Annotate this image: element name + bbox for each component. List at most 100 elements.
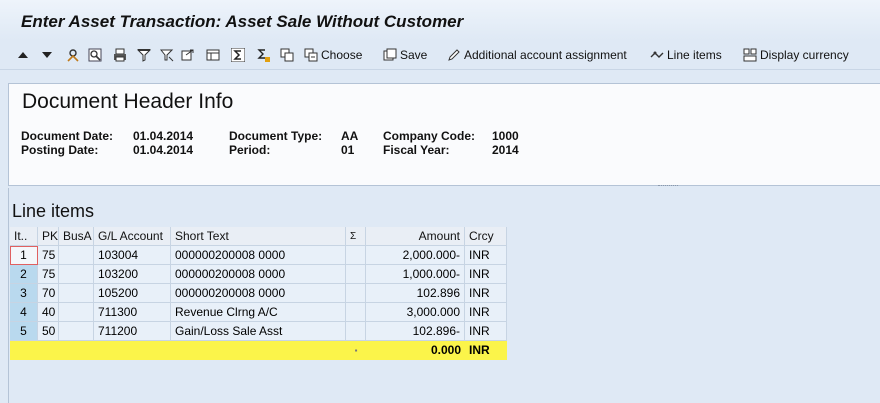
row-amount-cell[interactable]: 1,000.000-: [366, 265, 465, 284]
fiscal-year-value: 2014: [492, 143, 519, 157]
arrow-up-button[interactable]: [16, 46, 30, 64]
row-pk-cell[interactable]: 75: [38, 246, 59, 265]
document-date-label: Document Date:: [21, 129, 114, 143]
save-button[interactable]: Save: [383, 46, 427, 64]
row-busa-cell[interactable]: [59, 246, 94, 265]
export-button[interactable]: [181, 46, 195, 64]
details-button[interactable]: [280, 46, 294, 64]
document-type-label: Document Type:: [229, 129, 323, 143]
print-icon: [113, 48, 127, 62]
arrow-down-button[interactable]: [40, 46, 54, 64]
save-icon: [383, 48, 397, 62]
layout-icon: [206, 48, 220, 62]
details-icon: [280, 48, 294, 62]
line-items-icon: [650, 48, 664, 62]
row-sigma-cell: [346, 246, 366, 265]
col-header-pk[interactable]: PK: [38, 227, 59, 246]
find-next-button[interactable]: [88, 46, 102, 64]
row-gl-cell[interactable]: 711200: [94, 322, 171, 341]
find-button[interactable]: [66, 46, 80, 64]
display-currency-label: Display currency: [760, 48, 849, 62]
filter-set-icon: [160, 48, 174, 62]
filter-set-button[interactable]: [160, 46, 174, 64]
row-pk-cell[interactable]: 70: [38, 284, 59, 303]
sum-icon: [231, 48, 245, 62]
col-header-crcy[interactable]: Crcy: [465, 227, 507, 246]
row-busa-cell[interactable]: [59, 322, 94, 341]
row-sigma-cell: [346, 303, 366, 322]
layout-button[interactable]: [206, 46, 220, 64]
pencil-icon: [447, 48, 461, 62]
row-gl-cell[interactable]: 103200: [94, 265, 171, 284]
print-button[interactable]: [113, 46, 127, 64]
total-amount: 0.000: [366, 341, 465, 360]
toolbar: Choose Save Additional account assignmen…: [0, 40, 880, 70]
total-row[interactable]: ▪ 0.000 INR: [10, 341, 507, 360]
splitter-handle[interactable]: [658, 185, 678, 187]
subtotal-button[interactable]: [256, 46, 270, 64]
document-header-panel: Document Header Info Document Date: 01.0…: [8, 83, 880, 186]
row-item-cell[interactable]: 1: [10, 246, 38, 265]
line-items-label: Line items: [667, 48, 722, 62]
row-busa-cell[interactable]: [59, 265, 94, 284]
line-items-title: Line items: [12, 201, 95, 221]
row-crcy-cell[interactable]: INR: [465, 246, 507, 265]
row-crcy-cell[interactable]: INR: [465, 322, 507, 341]
row-sigma-cell: [346, 322, 366, 341]
row-text-cell[interactable]: 000000200008 0000: [171, 265, 346, 284]
row-pk-cell[interactable]: 40: [38, 303, 59, 322]
row-item-cell[interactable]: 2: [10, 265, 38, 284]
col-header-short-text[interactable]: Short Text: [171, 227, 346, 246]
period-label: Period:: [229, 143, 271, 157]
filter-button[interactable]: [137, 46, 151, 64]
posting-date-label: Posting Date:: [21, 143, 99, 157]
row-item-cell[interactable]: 5: [10, 322, 38, 341]
row-crcy-cell[interactable]: INR: [465, 265, 507, 284]
filter-icon: [137, 48, 151, 62]
row-text-cell[interactable]: 000000200008 0000: [171, 246, 346, 265]
window-title: Enter Asset Transaction: Asset Sale With…: [21, 12, 464, 31]
document-type-value: AA: [341, 129, 359, 143]
row-text-cell[interactable]: Gain/Loss Sale Asst: [171, 322, 346, 341]
save-label: Save: [400, 48, 428, 62]
row-crcy-cell[interactable]: INR: [465, 303, 507, 322]
additional-account-assignment-button[interactable]: Additional account assignment: [447, 46, 627, 64]
col-header-item[interactable]: It..: [10, 227, 38, 246]
subtotal-icon: [256, 48, 270, 62]
row-gl-cell[interactable]: 105200: [94, 284, 171, 303]
arrow-down-icon: [40, 48, 54, 62]
row-amount-cell[interactable]: 3,000.000: [366, 303, 465, 322]
line-items-button[interactable]: Line items: [650, 46, 722, 64]
total-crcy: INR: [465, 341, 507, 360]
sum-button[interactable]: [231, 46, 245, 64]
row-item-cell[interactable]: 4: [10, 303, 38, 322]
row-amount-cell[interactable]: 2,000.000-: [366, 246, 465, 265]
row-busa-cell[interactable]: [59, 303, 94, 322]
row-pk-cell[interactable]: 75: [38, 265, 59, 284]
row-pk-cell[interactable]: 50: [38, 322, 59, 341]
period-value: 01: [341, 143, 355, 157]
row-sigma-cell: [346, 265, 366, 284]
col-header-amount[interactable]: Amount: [366, 227, 465, 246]
find-next-icon: [88, 48, 102, 62]
row-crcy-cell[interactable]: INR: [465, 284, 507, 303]
display-currency-button[interactable]: Display currency: [743, 46, 849, 64]
choose-button[interactable]: Choose: [304, 46, 362, 64]
row-text-cell[interactable]: Revenue Clrng A/C: [171, 303, 346, 322]
row-gl-cell[interactable]: 711300: [94, 303, 171, 322]
col-header-gl-account[interactable]: G/L Account: [94, 227, 171, 246]
company-code-label: Company Code:: [383, 129, 476, 143]
row-amount-cell[interactable]: 102.896: [366, 284, 465, 303]
company-code-value: 1000: [492, 129, 519, 143]
row-gl-cell[interactable]: 103004: [94, 246, 171, 265]
row-item-cell[interactable]: 3: [10, 284, 38, 303]
choose-icon: [304, 48, 318, 62]
row-busa-cell[interactable]: [59, 284, 94, 303]
col-header-sigma[interactable]: Σ: [346, 227, 366, 246]
row-amount-cell[interactable]: 102.896-: [366, 322, 465, 341]
row-text-cell[interactable]: 000000200008 0000: [171, 284, 346, 303]
fiscal-year-label: Fiscal Year:: [383, 143, 450, 157]
row-sigma-cell: [346, 284, 366, 303]
posting-date-value: 01.04.2014: [133, 143, 194, 157]
col-header-busa[interactable]: BusA: [59, 227, 94, 246]
